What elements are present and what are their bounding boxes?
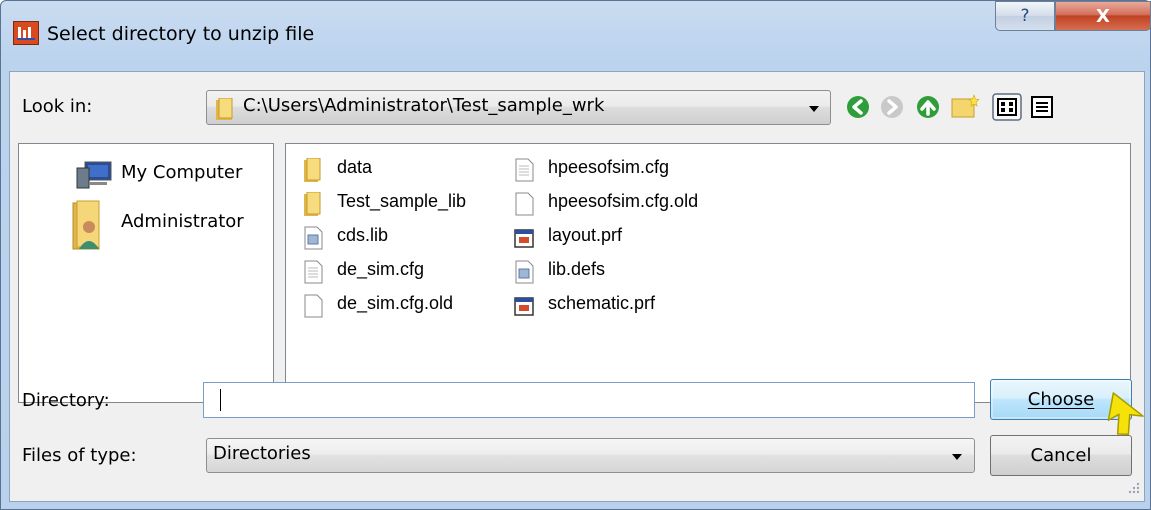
file-name: de_sim.cfg.old: [337, 293, 454, 313]
directory-label: Directory:: [22, 390, 110, 411]
app-file-icon: [514, 229, 534, 248]
mouse-pointer-icon: [1107, 392, 1144, 436]
list-item[interactable]: layout.prf: [513, 222, 773, 256]
title-bar[interactable]: Select directory to unzip file ? X: [1, 1, 1151, 71]
place-label: Administrator: [121, 211, 244, 232]
text-file-icon: [304, 226, 323, 250]
dialog-window: Select directory to unzip file ? X Look …: [0, 0, 1151, 510]
files-of-type-label: Files of type:: [22, 445, 137, 466]
forward-icon[interactable]: [878, 93, 906, 121]
folder-icon: [216, 98, 233, 120]
list-item[interactable]: hpeesofsim.cfg: [513, 154, 773, 188]
list-item[interactable]: data: [302, 154, 502, 188]
look-in-path: C:\Users\Administrator\Test_sample_wrk: [243, 95, 605, 116]
blank-file-icon: [304, 294, 323, 318]
folder-icon: [304, 158, 321, 182]
file-name: schematic.prf: [548, 293, 656, 313]
back-icon[interactable]: [844, 93, 872, 121]
computer-icon: [76, 161, 112, 189]
user-folder-icon: [72, 200, 100, 250]
list-item[interactable]: Test_sample_lib: [302, 188, 502, 222]
place-label: My Computer: [121, 162, 243, 183]
details-view-icon[interactable]: [1028, 93, 1056, 121]
look-in-label: Look in:: [22, 96, 93, 117]
file-name: Test_sample_lib: [337, 191, 467, 211]
close-button[interactable]: X: [1055, 1, 1151, 31]
file-name: lib.defs: [548, 259, 606, 279]
list-item[interactable]: lib.defs: [513, 256, 773, 290]
list-view-icon[interactable]: [992, 93, 1022, 121]
file-name: layout.prf: [548, 225, 623, 245]
list-item[interactable]: cds.lib: [302, 222, 502, 256]
file-name: data: [337, 157, 373, 177]
place-item-administrator[interactable]: Administrator: [19, 199, 273, 255]
text-file-icon: [515, 260, 534, 284]
directory-input[interactable]: [203, 382, 975, 418]
new-folder-icon[interactable]: [950, 93, 980, 121]
folder-icon: [304, 192, 321, 216]
look-in-combobox[interactable]: C:\Users\Administrator\Test_sample_wrk: [206, 90, 831, 125]
cancel-label: Cancel: [1030, 445, 1092, 466]
blank-file-icon: [515, 192, 534, 216]
file-type-value: Directories: [213, 443, 311, 464]
app-file-icon: [514, 297, 534, 316]
list-item[interactable]: hpeesofsim.cfg.old: [513, 188, 773, 222]
app-icon: [13, 21, 39, 45]
choose-label: Choose: [1027, 389, 1095, 410]
file-type-combobox[interactable]: Directories: [206, 438, 975, 473]
help-icon: ?: [1020, 6, 1030, 26]
list-item[interactable]: de_sim.cfg: [302, 256, 502, 290]
places-sidebar[interactable]: My Computer Administrator: [18, 143, 274, 403]
text-caret: [220, 389, 221, 411]
resize-grip-icon[interactable]: [1127, 481, 1141, 495]
list-item[interactable]: de_sim.cfg.old: [302, 290, 502, 324]
file-name: cds.lib: [337, 225, 389, 245]
dialog-body: Look in: C:\Users\Administrator\Test_sam…: [9, 71, 1145, 502]
chevron-down-icon[interactable]: [809, 106, 819, 112]
chevron-down-icon[interactable]: [952, 454, 962, 460]
file-list[interactable]: data Test_sample_lib cds.lib de_sim.cfg …: [285, 143, 1131, 403]
text-file-icon: [304, 260, 323, 284]
text-file-icon: [515, 158, 534, 182]
file-name: hpeesofsim.cfg.old: [548, 191, 699, 211]
list-item[interactable]: schematic.prf: [513, 290, 773, 324]
file-name: hpeesofsim.cfg: [548, 157, 670, 177]
up-folder-icon[interactable]: [914, 93, 942, 121]
window-title: Select directory to unzip file: [47, 23, 315, 45]
close-icon: X: [1096, 5, 1110, 27]
help-button[interactable]: ?: [995, 1, 1055, 31]
place-item-my-computer[interactable]: My Computer: [19, 156, 273, 192]
file-name: de_sim.cfg: [337, 259, 425, 279]
